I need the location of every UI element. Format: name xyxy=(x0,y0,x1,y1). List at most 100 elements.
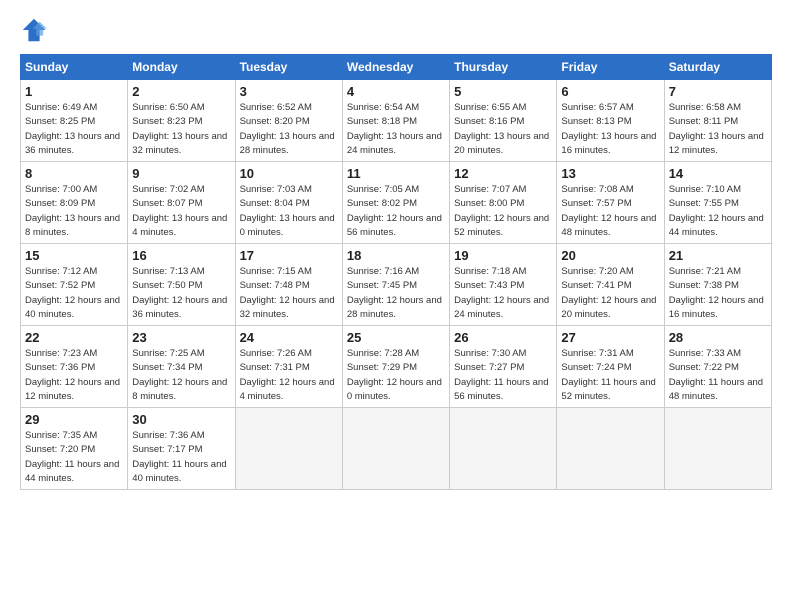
day-number: 12 xyxy=(454,166,552,181)
calendar-cell xyxy=(235,408,342,490)
day-number: 15 xyxy=(25,248,123,263)
day-detail: Sunrise: 7:23 AMSunset: 7:36 PMDaylight:… xyxy=(25,347,123,404)
day-number: 4 xyxy=(347,84,445,99)
day-detail: Sunrise: 7:03 AMSunset: 8:04 PMDaylight:… xyxy=(240,183,338,240)
day-detail: Sunrise: 7:20 AMSunset: 7:41 PMDaylight:… xyxy=(561,265,659,322)
calendar-cell: 25 Sunrise: 7:28 AMSunset: 7:29 PMDayligh… xyxy=(342,326,449,408)
day-detail: Sunrise: 6:50 AMSunset: 8:23 PMDaylight:… xyxy=(132,101,230,158)
calendar-cell: 30 Sunrise: 7:36 AMSunset: 7:17 PMDayligh… xyxy=(128,408,235,490)
day-detail: Sunrise: 7:12 AMSunset: 7:52 PMDaylight:… xyxy=(25,265,123,322)
calendar-cell: 14 Sunrise: 7:10 AMSunset: 7:55 PMDayligh… xyxy=(664,162,771,244)
day-header-sunday: Sunday xyxy=(21,55,128,80)
calendar-week-4: 22 Sunrise: 7:23 AMSunset: 7:36 PMDayligh… xyxy=(21,326,772,408)
calendar-cell: 8 Sunrise: 7:00 AMSunset: 8:09 PMDaylight… xyxy=(21,162,128,244)
logo-icon xyxy=(20,16,48,44)
day-number: 6 xyxy=(561,84,659,99)
calendar-cell: 6 Sunrise: 6:57 AMSunset: 8:13 PMDaylight… xyxy=(557,80,664,162)
day-number: 10 xyxy=(240,166,338,181)
day-number: 18 xyxy=(347,248,445,263)
day-detail: Sunrise: 7:00 AMSunset: 8:09 PMDaylight:… xyxy=(25,183,123,240)
day-number: 27 xyxy=(561,330,659,345)
day-detail: Sunrise: 7:13 AMSunset: 7:50 PMDaylight:… xyxy=(132,265,230,322)
calendar-cell xyxy=(664,408,771,490)
calendar-cell: 3 Sunrise: 6:52 AMSunset: 8:20 PMDaylight… xyxy=(235,80,342,162)
day-header-thursday: Thursday xyxy=(450,55,557,80)
day-detail: Sunrise: 6:49 AMSunset: 8:25 PMDaylight:… xyxy=(25,101,123,158)
day-number: 9 xyxy=(132,166,230,181)
day-detail: Sunrise: 6:52 AMSunset: 8:20 PMDaylight:… xyxy=(240,101,338,158)
calendar-cell: 17 Sunrise: 7:15 AMSunset: 7:48 PMDayligh… xyxy=(235,244,342,326)
calendar-cell: 20Sunrise: 7:20 AMSunset: 7:41 PMDayligh… xyxy=(557,244,664,326)
day-number: 26 xyxy=(454,330,552,345)
day-number: 22 xyxy=(25,330,123,345)
day-detail: Sunrise: 7:25 AMSunset: 7:34 PMDaylight:… xyxy=(132,347,230,404)
calendar-cell xyxy=(450,408,557,490)
day-header-saturday: Saturday xyxy=(664,55,771,80)
calendar-cell: 27 Sunrise: 7:31 AMSunset: 7:24 PMDayligh… xyxy=(557,326,664,408)
calendar-cell xyxy=(557,408,664,490)
day-detail: Sunrise: 7:10 AMSunset: 7:55 PMDaylight:… xyxy=(669,183,767,240)
day-detail: Sunrise: 6:58 AMSunset: 8:11 PMDaylight:… xyxy=(669,101,767,158)
day-number: 8 xyxy=(25,166,123,181)
calendar-week-1: 1 Sunrise: 6:49 AMSunset: 8:25 PMDaylight… xyxy=(21,80,772,162)
day-number: 25 xyxy=(347,330,445,345)
day-detail: Sunrise: 6:57 AMSunset: 8:13 PMDaylight:… xyxy=(561,101,659,158)
calendar-week-5: 29Sunrise: 7:35 AMSunset: 7:20 PMDayligh… xyxy=(21,408,772,490)
calendar-cell: 28Sunrise: 7:33 AMSunset: 7:22 PMDayligh… xyxy=(664,326,771,408)
calendar-cell: 29Sunrise: 7:35 AMSunset: 7:20 PMDayligh… xyxy=(21,408,128,490)
day-number: 29 xyxy=(25,412,123,427)
day-header-tuesday: Tuesday xyxy=(235,55,342,80)
calendar-cell: 21Sunrise: 7:21 AMSunset: 7:38 PMDayligh… xyxy=(664,244,771,326)
calendar-cell: 7Sunrise: 6:58 AMSunset: 8:11 PMDaylight… xyxy=(664,80,771,162)
day-detail: Sunrise: 7:18 AMSunset: 7:43 PMDaylight:… xyxy=(454,265,552,322)
calendar-cell: 19 Sunrise: 7:18 AMSunset: 7:43 PMDayligh… xyxy=(450,244,557,326)
calendar-cell: 12 Sunrise: 7:07 AMSunset: 8:00 PMDayligh… xyxy=(450,162,557,244)
day-number: 23 xyxy=(132,330,230,345)
calendar-week-2: 8 Sunrise: 7:00 AMSunset: 8:09 PMDaylight… xyxy=(21,162,772,244)
day-detail: Sunrise: 7:07 AMSunset: 8:00 PMDaylight:… xyxy=(454,183,552,240)
day-header-wednesday: Wednesday xyxy=(342,55,449,80)
calendar-cell: 10 Sunrise: 7:03 AMSunset: 8:04 PMDayligh… xyxy=(235,162,342,244)
day-detail: Sunrise: 7:36 AMSunset: 7:17 PMDaylight:… xyxy=(132,429,230,486)
day-number: 13 xyxy=(561,166,659,181)
day-detail: Sunrise: 7:15 AMSunset: 7:48 PMDaylight:… xyxy=(240,265,338,322)
day-number: 19 xyxy=(454,248,552,263)
day-detail: Sunrise: 7:08 AMSunset: 7:57 PMDaylight:… xyxy=(561,183,659,240)
day-number: 16 xyxy=(132,248,230,263)
day-detail: Sunrise: 7:33 AMSunset: 7:22 PMDaylight:… xyxy=(669,347,767,404)
calendar-cell: 13 Sunrise: 7:08 AMSunset: 7:57 PMDayligh… xyxy=(557,162,664,244)
day-number: 5 xyxy=(454,84,552,99)
calendar-cell: 9 Sunrise: 7:02 AMSunset: 8:07 PMDaylight… xyxy=(128,162,235,244)
header xyxy=(20,16,772,44)
day-detail: Sunrise: 7:05 AMSunset: 8:02 PMDaylight:… xyxy=(347,183,445,240)
calendar-cell: 5Sunrise: 6:55 AMSunset: 8:16 PMDaylight… xyxy=(450,80,557,162)
day-number: 14 xyxy=(669,166,767,181)
day-header-friday: Friday xyxy=(557,55,664,80)
day-number: 3 xyxy=(240,84,338,99)
calendar-cell: 11Sunrise: 7:05 AMSunset: 8:02 PMDayligh… xyxy=(342,162,449,244)
calendar-cell: 24Sunrise: 7:26 AMSunset: 7:31 PMDayligh… xyxy=(235,326,342,408)
calendar-cell: 16 Sunrise: 7:13 AMSunset: 7:50 PMDayligh… xyxy=(128,244,235,326)
day-detail: Sunrise: 6:54 AMSunset: 8:18 PMDaylight:… xyxy=(347,101,445,158)
calendar-cell: 18Sunrise: 7:16 AMSunset: 7:45 PMDayligh… xyxy=(342,244,449,326)
day-detail: Sunrise: 7:31 AMSunset: 7:24 PMDaylight:… xyxy=(561,347,659,404)
calendar-cell: 1 Sunrise: 6:49 AMSunset: 8:25 PMDaylight… xyxy=(21,80,128,162)
page: SundayMondayTuesdayWednesdayThursdayFrid… xyxy=(0,0,792,612)
calendar-table: SundayMondayTuesdayWednesdayThursdayFrid… xyxy=(20,54,772,490)
day-detail: Sunrise: 7:28 AMSunset: 7:29 PMDaylight:… xyxy=(347,347,445,404)
calendar-cell: 4 Sunrise: 6:54 AMSunset: 8:18 PMDaylight… xyxy=(342,80,449,162)
day-number: 30 xyxy=(132,412,230,427)
day-number: 2 xyxy=(132,84,230,99)
day-detail: Sunrise: 7:21 AMSunset: 7:38 PMDaylight:… xyxy=(669,265,767,322)
calendar-cell xyxy=(342,408,449,490)
calendar-cell: 23 Sunrise: 7:25 AMSunset: 7:34 PMDayligh… xyxy=(128,326,235,408)
day-number: 17 xyxy=(240,248,338,263)
logo xyxy=(20,16,52,44)
day-detail: Sunrise: 7:26 AMSunset: 7:31 PMDaylight:… xyxy=(240,347,338,404)
day-detail: Sunrise: 7:02 AMSunset: 8:07 PMDaylight:… xyxy=(132,183,230,240)
calendar-cell: 2 Sunrise: 6:50 AMSunset: 8:23 PMDaylight… xyxy=(128,80,235,162)
day-number: 1 xyxy=(25,84,123,99)
calendar-cell: 22 Sunrise: 7:23 AMSunset: 7:36 PMDayligh… xyxy=(21,326,128,408)
day-detail: Sunrise: 7:30 AMSunset: 7:27 PMDaylight:… xyxy=(454,347,552,404)
calendar-cell: 15 Sunrise: 7:12 AMSunset: 7:52 PMDayligh… xyxy=(21,244,128,326)
